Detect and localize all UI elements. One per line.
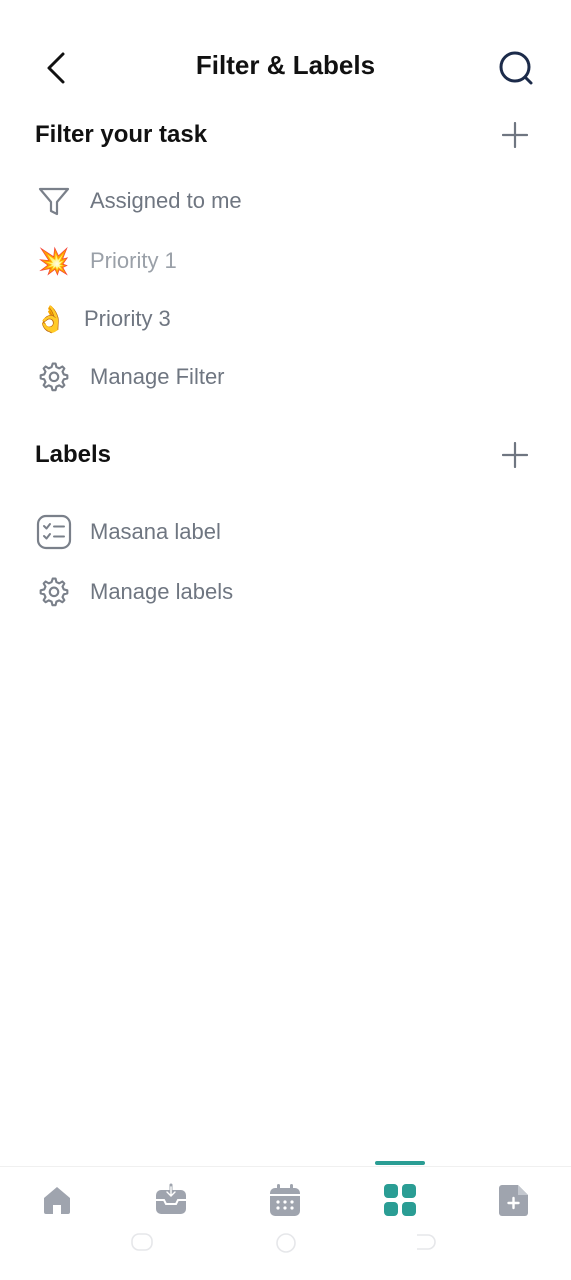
gear-icon <box>35 573 73 611</box>
manage-filter-label: Manage Filter <box>90 364 225 389</box>
manage-labels-label: Manage labels <box>90 579 234 604</box>
system-back-button[interactable] <box>414 1232 438 1252</box>
system-recents-button[interactable] <box>130 1232 154 1252</box>
filter-item-label: Assigned to me <box>90 188 242 213</box>
manage-labels-item[interactable]: Manage labels <box>35 568 535 616</box>
labels-section-title: Labels <box>35 441 112 468</box>
add-label-button[interactable] <box>495 435 535 475</box>
app-header: Filter & Labels <box>0 0 571 130</box>
filter-item-assigned-to-me[interactable]: Assigned to me <box>35 177 535 225</box>
grid-icon <box>384 1184 416 1216</box>
funnel-icon <box>35 182 73 220</box>
label-item-label: Masana label <box>90 519 221 544</box>
gear-icon <box>35 358 73 396</box>
plus-icon <box>502 122 528 148</box>
page-title: Filter & Labels <box>195 50 376 80</box>
nav-calendar-button[interactable] <box>265 1180 305 1220</box>
system-home-button[interactable] <box>274 1232 298 1253</box>
calendar-icon <box>270 1184 300 1216</box>
recents-icon <box>131 1233 153 1251</box>
filter-item-label: Priority 3 <box>84 306 171 331</box>
active-tab-indicator <box>375 1161 425 1165</box>
labels-section-header: Labels <box>35 435 535 475</box>
search-button[interactable] <box>494 46 538 90</box>
system-home-icon <box>276 1233 296 1253</box>
filter-item-priority-1[interactable]: 💥 Priority 1 <box>35 237 535 285</box>
nav-inbox-button[interactable] <box>151 1180 191 1220</box>
nav-filters-button[interactable] <box>380 1180 420 1220</box>
filter-section-header: Filter your task <box>35 115 535 155</box>
filter-section-title: Filter your task <box>35 121 208 148</box>
inbox-icon <box>156 1183 186 1214</box>
home-icon <box>44 1187 70 1214</box>
plus-icon <box>502 442 528 468</box>
nav-home-button[interactable] <box>37 1180 77 1220</box>
add-filter-button[interactable] <box>495 115 535 155</box>
label-item-masana-label[interactable]: Masana label <box>35 508 535 556</box>
filter-item-priority-3[interactable]: 👌 Priority 3 <box>35 295 535 343</box>
search-icon <box>499 51 533 85</box>
checklist-icon <box>35 513 73 551</box>
system-back-icon <box>417 1234 436 1250</box>
nav-add-note-button[interactable] <box>494 1180 534 1220</box>
collision-emoji-icon: 💥 <box>37 246 71 276</box>
manage-filter-item[interactable]: Manage Filter <box>35 353 535 401</box>
add-note-icon <box>499 1185 528 1216</box>
filter-item-label: Priority 1 <box>90 248 177 273</box>
ok-hand-emoji-icon: 👌 <box>34 304 68 334</box>
